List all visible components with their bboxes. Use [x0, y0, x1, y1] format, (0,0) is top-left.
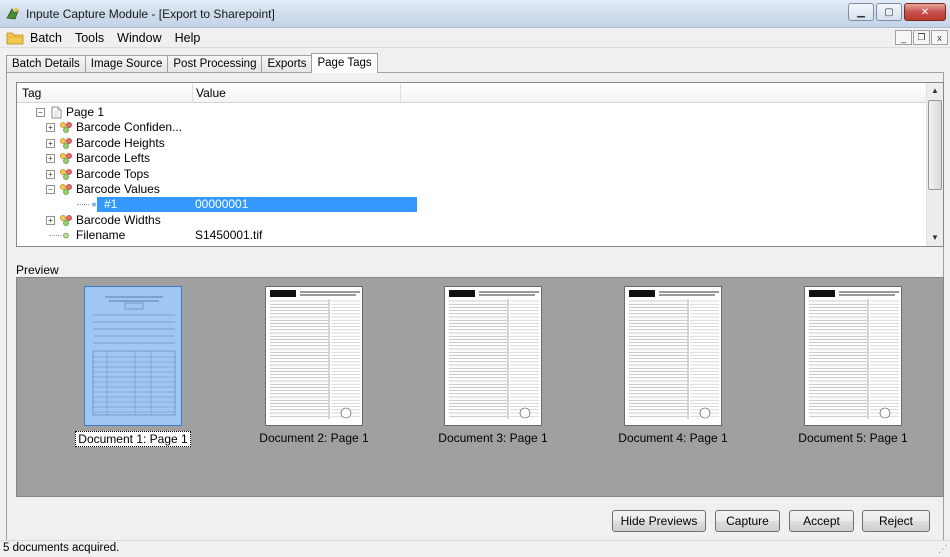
tag-group-icon: [60, 168, 72, 180]
column-header-tag[interactable]: Tag: [22, 86, 41, 100]
tag-row[interactable]: + Barcode Tops: [17, 167, 927, 182]
page-preview-image: [265, 286, 363, 426]
tag-row[interactable]: #1 00000001: [17, 197, 927, 213]
column-header-value[interactable]: Value: [196, 86, 226, 100]
tag-row[interactable]: + Barcode Lefts: [17, 151, 927, 166]
tag-group-icon: [60, 137, 72, 149]
tag-name: Barcode Lefts: [76, 151, 151, 166]
tag-row[interactable]: + Barcode Heights: [17, 136, 927, 151]
accept-button[interactable]: Accept: [789, 510, 854, 532]
menu-window[interactable]: Window: [117, 31, 161, 45]
tag-name: Filename: [76, 228, 126, 243]
grid-header: Tag Value: [17, 83, 927, 103]
page-preview-image: [84, 286, 182, 426]
hide-previews-button[interactable]: Hide Previews: [612, 510, 706, 532]
document-caption: Document 2: Page 1: [259, 431, 369, 445]
window-close-button[interactable]: ✕: [904, 3, 946, 21]
capture-button[interactable]: Capture: [715, 510, 780, 532]
window-title: Inpute Capture Module - [Export to Share…: [26, 7, 275, 21]
menu-bar: Batch Tools Window Help _ ❐ x: [0, 28, 950, 48]
window-minimize-button[interactable]: ▁: [848, 3, 874, 21]
expand-icon[interactable]: +: [46, 215, 55, 225]
tab-post-processing[interactable]: Post Processing: [167, 55, 263, 73]
expand-icon[interactable]: +: [46, 154, 55, 164]
mdi-minimize-button[interactable]: _: [895, 30, 912, 45]
tag-row[interactable]: + Barcode Widths: [17, 213, 927, 228]
value-dot-icon: [63, 232, 69, 239]
folder-icon[interactable]: [6, 31, 24, 45]
tag-name: Barcode Heights: [76, 135, 165, 150]
document-thumbnail[interactable]: Document 1: Page 1: [68, 286, 198, 447]
tag-row[interactable]: − Page 1: [17, 105, 927, 120]
document-thumbnail[interactable]: Document 3: Page 1: [428, 286, 558, 445]
tag-group-icon: [60, 184, 72, 195]
value-dot-icon: [91, 202, 97, 208]
expand-icon[interactable]: +: [46, 169, 55, 179]
tag-name: #1: [104, 197, 118, 212]
mdi-close-button[interactable]: x: [931, 30, 948, 45]
document-caption: Document 4: Page 1: [618, 431, 728, 445]
tag-group-icon: [60, 214, 72, 226]
page-tags-grid[interactable]: Tag Value − Page 1 + Barcode Confiden... + Ba…: [16, 82, 944, 247]
collapse-icon[interactable]: −: [36, 108, 45, 117]
menu-help[interactable]: Help: [175, 31, 201, 45]
menu-batch[interactable]: Batch: [30, 31, 62, 45]
document-thumbnail[interactable]: Document 5: Page 1: [788, 286, 918, 445]
tag-group-icon: [60, 153, 72, 165]
document-caption: Document 5: Page 1: [798, 431, 908, 445]
app-icon: [6, 8, 19, 20]
tag-value: S1450001.tif: [195, 228, 263, 243]
window-maximize-button[interactable]: ▢: [876, 3, 902, 21]
tag-rows: − Page 1 + Barcode Confiden... + Barcode Heig…: [17, 105, 927, 244]
document-thumbnail[interactable]: Document 2: Page 1: [249, 286, 379, 445]
tag-group-icon: [60, 122, 72, 134]
tag-name: Page 1: [66, 105, 105, 119]
expand-icon[interactable]: +: [46, 138, 55, 148]
tag-row[interactable]: Filename S1450001.tif: [17, 228, 927, 243]
tag-name: Barcode Values: [76, 181, 160, 196]
page-icon: [51, 106, 62, 119]
collapse-icon[interactable]: −: [46, 184, 55, 194]
page-preview-image: [624, 286, 722, 426]
tab-page-tags[interactable]: Page Tags: [311, 53, 378, 73]
document-thumbnail[interactable]: Document 4: Page 1: [608, 286, 738, 445]
tag-name: Barcode Widths: [76, 212, 161, 227]
tag-name: Barcode Confiden...: [76, 120, 183, 135]
resize-grip-icon[interactable]: ⋰: [938, 544, 948, 555]
grid-vertical-scrollbar[interactable]: ▲ ▼: [926, 83, 943, 246]
tag-row[interactable]: + Barcode Confiden...: [17, 120, 927, 135]
tag-value: 00000001: [195, 197, 249, 212]
title-bar: Inpute Capture Module - [Export to Share…: [0, 0, 950, 28]
preview-label: Preview: [16, 263, 59, 277]
preview-area: Document 1: Page 1 Document 2: Page 1 Docu…: [16, 277, 944, 497]
tag-name: Barcode Tops: [76, 166, 150, 181]
page-preview-image: [444, 286, 542, 426]
tab-image-source[interactable]: Image Source: [84, 55, 169, 73]
scrollbar-thumb[interactable]: [928, 100, 942, 190]
reject-button[interactable]: Reject: [862, 510, 930, 532]
tag-row[interactable]: − Barcode Values: [17, 182, 927, 197]
scroll-down-icon[interactable]: ▼: [931, 233, 939, 242]
document-caption: Document 3: Page 1: [438, 431, 548, 445]
tab-batch-details[interactable]: Batch Details: [6, 55, 86, 73]
menu-tools[interactable]: Tools: [75, 31, 104, 45]
document-caption: Document 1: Page 1: [75, 431, 191, 447]
page-preview-image: [804, 286, 902, 426]
mdi-restore-button[interactable]: ❐: [913, 30, 930, 45]
tab-exports[interactable]: Exports: [261, 55, 313, 73]
expand-icon[interactable]: +: [46, 123, 55, 133]
status-bar: 5 documents acquired. ⋰: [0, 540, 950, 557]
scroll-up-icon[interactable]: ▲: [931, 86, 939, 95]
status-text: 5 documents acquired.: [3, 542, 120, 554]
tab-strip: Batch Details Image Source Post Processi…: [6, 53, 378, 73]
